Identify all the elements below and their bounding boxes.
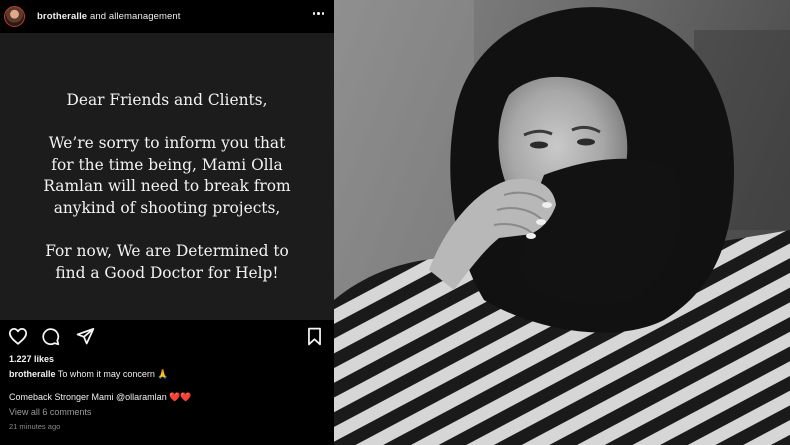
caption-user[interactable]: brotheralle	[9, 369, 56, 379]
heart-icon[interactable]	[8, 327, 28, 345]
post-image[interactable]: Dear Friends and Clients, We’re sorry to…	[0, 33, 334, 320]
profile-avatar[interactable]	[4, 6, 25, 27]
bookmark-icon[interactable]	[306, 327, 323, 346]
caption-text: To whom it may concern 🙏	[57, 369, 169, 379]
comment-icon[interactable]	[41, 327, 60, 346]
post-timestamp: 21 minutes ago	[9, 422, 61, 431]
message-line-4: anykind of shooting projects,	[53, 198, 281, 217]
author-allemanagement[interactable]: allemanagement	[109, 11, 181, 22]
message-line-2: for the time being, Mami Olla	[51, 155, 283, 174]
post-message: Dear Friends and Clients, We’re sorry to…	[0, 90, 334, 284]
likes-count[interactable]: 1.227 likes	[9, 354, 54, 364]
author-brotheralle[interactable]: brotheralle	[37, 11, 87, 22]
message-line-5: For now, We are Determined to	[45, 242, 289, 261]
post-caption: brotheralle To whom it may concern 🙏	[9, 369, 169, 380]
view-all-comments-link[interactable]: View all 6 comments	[9, 407, 91, 417]
message-line-1: We’re sorry to inform you that	[48, 134, 286, 153]
message-line-3: Ramlan will need to break from	[43, 177, 291, 196]
share-icon[interactable]	[76, 327, 95, 345]
author-separator: and	[89, 11, 107, 22]
portrait-illustration	[334, 0, 790, 445]
message-line-6: find a Good Doctor for Help!	[55, 263, 279, 282]
post-authors[interactable]: brotheralle and allemanagement	[37, 11, 181, 22]
more-options-icon[interactable]	[312, 12, 324, 15]
post-actions	[0, 325, 334, 349]
portrait-photo	[334, 0, 790, 445]
instagram-post: brotheralle and allemanagement Dear Frie…	[0, 0, 334, 445]
message-paragraph-2: For now, We are Determined to find a Goo…	[0, 241, 334, 284]
post-header: brotheralle and allemanagement	[0, 0, 334, 33]
message-greeting: Dear Friends and Clients,	[66, 91, 268, 109]
message-paragraph-1: We’re sorry to inform you that for the t…	[0, 133, 334, 219]
comment-text: Comeback Stronger Mami @ollaramlan ❤️❤️	[9, 392, 192, 402]
